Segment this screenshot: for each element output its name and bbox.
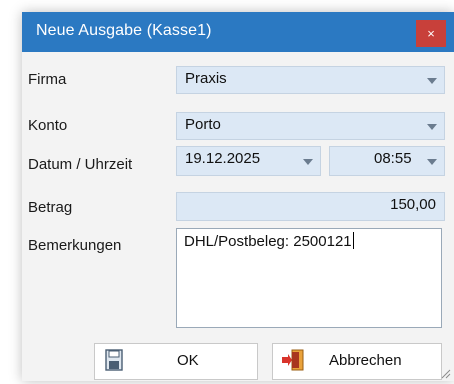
konto-label: Konto bbox=[28, 117, 68, 134]
ok-button[interactable]: OK bbox=[94, 343, 258, 380]
betrag-value: 150,00 bbox=[390, 196, 436, 213]
cancel-label: Abbrechen bbox=[329, 352, 402, 369]
text-caret bbox=[352, 232, 354, 249]
chevron-down-icon[interactable] bbox=[303, 159, 313, 165]
chevron-down-icon[interactable] bbox=[427, 78, 437, 84]
datum-uhrzeit-label: Datum / Uhrzeit bbox=[28, 156, 133, 173]
bemerkungen-textarea[interactable]: DHL/Postbeleg: 2500121 bbox=[176, 228, 442, 328]
konto-select[interactable]: Porto bbox=[176, 112, 445, 140]
window-title: Neue Ausgabe (Kasse1) bbox=[36, 22, 212, 39]
dialog-window: Neue Ausgabe (Kasse1) × Firma Praxis Kon… bbox=[22, 12, 454, 381]
firma-label: Firma bbox=[28, 71, 67, 88]
firma-select[interactable]: Praxis bbox=[176, 66, 445, 94]
exit-door-icon bbox=[281, 349, 305, 371]
bemerkungen-label: Bemerkungen bbox=[28, 237, 122, 254]
cancel-button[interactable]: Abbrechen bbox=[272, 343, 442, 380]
firma-value: Praxis bbox=[185, 70, 227, 87]
time-value: 08:55 bbox=[374, 150, 412, 167]
konto-value: Porto bbox=[185, 116, 221, 133]
time-picker[interactable]: 08:55 bbox=[329, 146, 445, 176]
ok-label: OK bbox=[177, 352, 199, 369]
save-disk-icon bbox=[105, 349, 123, 371]
betrag-input[interactable]: 150,00 bbox=[176, 192, 445, 221]
date-picker[interactable]: 19.12.2025 bbox=[176, 146, 321, 176]
betrag-label: Betrag bbox=[28, 199, 73, 216]
bemerkungen-value-line: DHL/Postbeleg: 2500121 bbox=[184, 232, 354, 250]
close-icon: × bbox=[427, 26, 435, 41]
resize-grip-icon[interactable] bbox=[439, 366, 451, 379]
bemerkungen-value: DHL/Postbeleg: 2500121 bbox=[184, 233, 352, 250]
title-bar[interactable]: Neue Ausgabe (Kasse1) × bbox=[22, 12, 454, 52]
close-button[interactable]: × bbox=[416, 20, 446, 47]
date-value: 19.12.2025 bbox=[185, 150, 261, 167]
chevron-down-icon[interactable] bbox=[427, 159, 437, 165]
chevron-down-icon[interactable] bbox=[427, 124, 437, 130]
